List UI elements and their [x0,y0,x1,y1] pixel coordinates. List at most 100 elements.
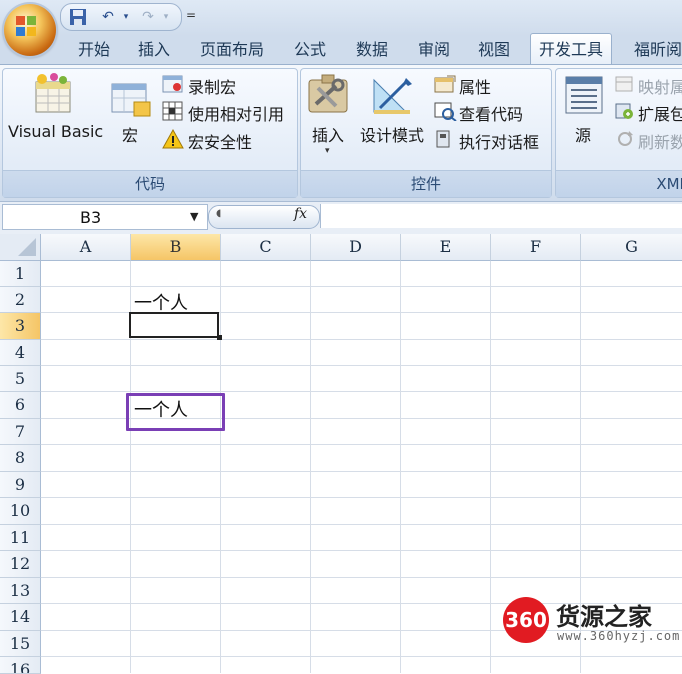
insert-dropdown-icon[interactable]: ▾ [325,146,330,156]
view-code-icon [434,102,457,121]
watermark-title: 货源之家 [556,603,652,631]
expansion-packs-icon [615,103,633,119]
active-cell-b3[interactable] [129,312,219,338]
row-header-10[interactable]: 10 [0,498,41,525]
save-icon[interactable] [69,8,87,26]
relative-reference-button[interactable]: 使用相对引用 [188,101,284,125]
visual-basic-icon [35,73,71,113]
tab-developer[interactable]: 开发工具 [530,33,613,66]
row-header-2[interactable]: 2 [0,287,41,313]
run-dialog-button[interactable]: 执行对话框 [459,129,539,153]
name-box[interactable] [2,204,208,230]
row-header-9[interactable]: 9 [0,472,41,498]
properties-icon [434,75,456,93]
run-dialog-icon [436,130,450,148]
redo-dropdown-icon: ▾ [163,12,169,22]
map-properties-icon [615,76,633,92]
row-header-3[interactable]: 3 [0,313,41,340]
gridline [41,339,682,340]
expansion-packs-button[interactable]: 扩展包 [638,101,682,125]
insert-function-icon[interactable]: fx [294,206,307,222]
collapse-icon[interactable]: ◖ [216,208,221,219]
column-header-c[interactable]: C [221,234,311,261]
map-properties-button: 映射属 [638,78,682,97]
refresh-data-icon [618,131,633,146]
xml-group-label: XMI [556,170,682,197]
customize-qat-button[interactable]: = [186,8,196,22]
relative-reference-icon [162,101,183,121]
row-header-13[interactable]: 13 [0,578,41,604]
visual-basic-button[interactable]: Visual Basic [8,122,103,141]
gridline [41,391,682,392]
select-all-button[interactable] [0,234,41,261]
row-header-16[interactable]: 16 [0,657,41,674]
tab-formulas[interactable]: 公式 [294,37,326,63]
insert-controls-button[interactable]: 插入 [312,122,344,146]
fill-handle[interactable] [217,335,222,340]
insert-controls-icon [308,74,348,113]
gridline [41,471,682,472]
tab-data[interactable]: 数据 [356,37,388,63]
gridline [41,577,682,578]
name-box-dropdown-icon[interactable]: ▼ [190,210,198,223]
column-header-g[interactable]: G [581,234,682,261]
row-header-15[interactable]: 15 [0,631,41,657]
properties-button[interactable]: 属性 [459,74,491,98]
column-header-f[interactable]: F [491,234,581,261]
gridline [41,524,682,525]
macro-security-button[interactable]: 宏安全性 [188,129,252,153]
tab-view[interactable]: 视图 [478,37,510,63]
tab-page-layout[interactable]: 页面布局 [200,37,264,63]
tab-home[interactable]: 开始 [78,37,110,63]
row-header-7[interactable]: 7 [0,419,41,445]
record-macro-icon [162,75,183,93]
row-header-4[interactable]: 4 [0,340,41,366]
xml-source-button[interactable]: 源 [575,122,591,146]
gridline [41,497,682,498]
row-header-12[interactable]: 12 [0,551,41,578]
column-header-d[interactable]: D [311,234,401,261]
row-header-14[interactable]: 14 [0,604,41,631]
controls-group-label: 控件 [301,170,551,197]
undo-icon[interactable]: ↶ [99,8,117,26]
row-header-8[interactable]: 8 [0,445,41,472]
column-header-a[interactable]: A [41,234,131,261]
column-header-b[interactable]: B [131,234,221,261]
code-group-label: 代码 [3,170,297,197]
tab-insert[interactable]: 插入 [138,37,170,63]
formula-input[interactable] [320,204,682,228]
refresh-data-button: 刷新数 [638,133,682,152]
gridline [41,656,682,657]
highlight-box [126,393,225,431]
row-header-5[interactable]: 5 [0,366,41,392]
watermark-logo: 360 [503,597,549,643]
gridline [220,261,221,673]
redo-icon: ↷ [142,9,154,25]
design-mode-icon [373,78,412,114]
undo-dropdown-icon[interactable]: ▾ [117,8,135,26]
tab-review[interactable]: 审阅 [418,37,450,63]
gridline [490,261,491,673]
record-macro-button[interactable]: 录制宏 [188,74,236,98]
office-logo-icon [16,16,36,36]
gridline [41,550,682,551]
gridline [400,261,401,673]
row-header-11[interactable]: 11 [0,525,41,551]
row-header-1[interactable]: 1 [0,261,41,287]
row-header-6[interactable]: 6 [0,392,41,419]
name-box-value: B3 [80,208,102,227]
quick-access-toolbar: ↶ ▾ ↷ ▾ [60,3,182,31]
macros-icon [111,83,151,117]
tab-foxit[interactable]: 福昕阅 [634,37,682,63]
gridline [41,444,682,445]
gridline [310,261,311,673]
view-code-button[interactable]: 查看代码 [459,101,523,125]
gridline [41,365,682,366]
gridline [41,286,682,287]
warning-icon [162,129,184,149]
design-mode-button[interactable]: 设计模式 [360,122,424,146]
xml-source-icon [565,76,603,114]
watermark-url: www.360hyzj.com [557,629,681,643]
column-header-e[interactable]: E [401,234,491,261]
macros-button[interactable]: 宏 [122,122,138,146]
